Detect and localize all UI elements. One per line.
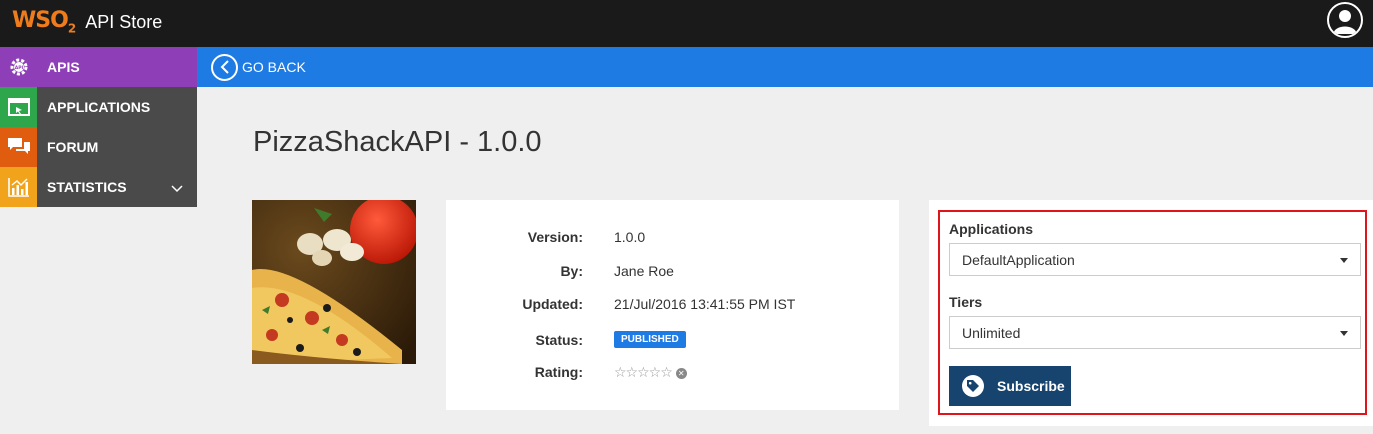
- application-window-icon: [0, 87, 37, 127]
- version-value: 1.0.0: [614, 229, 646, 245]
- subscribe-button[interactable]: Subscribe: [949, 366, 1071, 406]
- author-row: By: Jane Roe: [446, 263, 899, 283]
- page-title: PizzaShackAPI - 1.0.0: [253, 126, 542, 158]
- tiers-label: Tiers: [949, 294, 983, 310]
- sidebar-item-applications[interactable]: APPLICATIONS: [0, 87, 197, 127]
- status-label: Status:: [535, 332, 583, 348]
- author-value: Jane Roe: [614, 263, 674, 279]
- bar-chart-icon: [0, 167, 37, 207]
- svg-text:API: API: [14, 65, 23, 71]
- status-value: PUBLISHED: [614, 331, 686, 351]
- tag-icon: [962, 375, 984, 397]
- rating-value: ☆☆☆☆☆ ✕: [614, 364, 687, 381]
- author-label: By:: [560, 263, 583, 279]
- rating-label: Rating:: [534, 364, 583, 380]
- status-row: Status: PUBLISHED: [446, 331, 899, 352]
- caret-down-icon: [1340, 258, 1348, 263]
- updated-row: Updated: 21/Jul/2016 13:41:55 PM IST: [446, 296, 899, 316]
- sidebar-item-apis[interactable]: API APIS: [0, 47, 197, 87]
- updated-value: 21/Jul/2016 13:41:55 PM IST: [614, 296, 796, 312]
- status-badge: PUBLISHED: [614, 331, 686, 348]
- logo-mark: WSO2: [12, 8, 76, 36]
- go-back-link[interactable]: GO BACK: [242, 59, 306, 75]
- app-name: API Store: [85, 11, 163, 32]
- sidebar: API APIS APPLICATIONS FORUM STATISTICS: [0, 47, 197, 207]
- clear-rating-icon[interactable]: ✕: [675, 368, 687, 379]
- version-label: Version:: [527, 229, 583, 245]
- top-bar: WSO2 API Store: [0, 0, 1373, 47]
- api-gear-icon: API: [0, 47, 37, 87]
- chevron-left-icon[interactable]: [211, 53, 238, 81]
- go-back-bar[interactable]: GO BACK: [197, 47, 1373, 87]
- rating-stars[interactable]: ☆☆☆☆☆: [614, 364, 673, 380]
- user-avatar-icon[interactable]: [1327, 2, 1363, 38]
- chevron-down-icon[interactable]: [171, 180, 183, 196]
- applications-label: Applications: [949, 221, 1034, 237]
- updated-label: Updated:: [522, 296, 583, 312]
- rating-row: Rating: ☆☆☆☆☆ ✕: [446, 364, 899, 384]
- sidebar-item-statistics[interactable]: STATISTICS: [0, 167, 197, 207]
- sidebar-item-label: APIS: [47, 59, 80, 75]
- api-info-card: Version: 1.0.0 By: Jane Roe Updated: 21/…: [446, 200, 899, 410]
- tier-select[interactable]: Unlimited: [949, 316, 1361, 349]
- api-thumbnail: [252, 200, 416, 364]
- caret-down-icon: [1340, 331, 1348, 336]
- application-select-value: DefaultApplication: [962, 252, 1075, 268]
- sidebar-item-label: APPLICATIONS: [47, 99, 151, 115]
- application-select[interactable]: DefaultApplication: [949, 243, 1361, 276]
- chat-bubbles-icon: [0, 127, 37, 167]
- sidebar-item-label: STATISTICS: [47, 179, 127, 195]
- version-row: Version: 1.0.0: [446, 229, 899, 249]
- sidebar-item-forum[interactable]: FORUM: [0, 127, 197, 167]
- subscribe-button-label: Subscribe: [997, 378, 1065, 394]
- logo[interactable]: WSO2 API Store: [12, 7, 162, 37]
- tier-select-value: Unlimited: [962, 325, 1021, 341]
- sidebar-item-label: FORUM: [47, 139, 99, 155]
